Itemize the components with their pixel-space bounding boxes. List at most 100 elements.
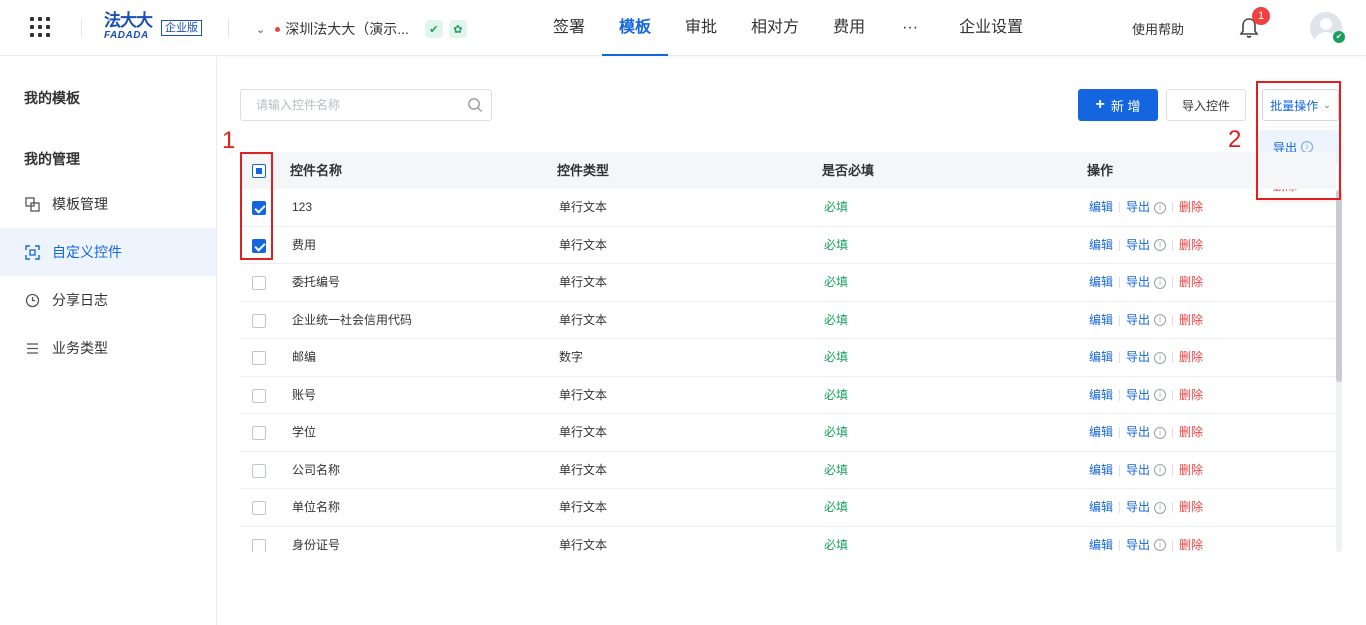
info-icon[interactable]: i (1154, 314, 1167, 326)
delete-link[interactable]: 删除 (1179, 377, 1203, 414)
delete-link[interactable]: 删除 (1179, 264, 1203, 301)
export-link[interactable]: 导出 (1126, 377, 1150, 414)
nav-item[interactable]: 模板 (602, 0, 669, 56)
delete-link[interactable]: 删除 (1179, 339, 1203, 376)
table-row[interactable]: 账号 单行文本 必填 编辑 导出 i 删除 (240, 377, 1336, 414)
info-icon[interactable]: i (1154, 201, 1167, 214)
sidebar-item-custom-control[interactable]: 自定义控件 (0, 228, 216, 276)
search-icon[interactable] (467, 97, 483, 113)
delete-link[interactable]: 删除 (1179, 452, 1203, 489)
delete-link[interactable]: 删除 (1179, 414, 1203, 451)
add-button-label: 新 增 (1110, 98, 1141, 114)
sidebar-section-my-templates[interactable]: 我的模板 (24, 88, 80, 108)
delete-link[interactable]: 删除 (1179, 489, 1203, 526)
nav-item[interactable]: 相对方 (734, 0, 816, 56)
table-row[interactable]: 费用 单行文本 必填 编辑 导出 i 删除 (240, 227, 1336, 264)
add-button[interactable]: + 新 增 (1078, 89, 1158, 121)
edit-link[interactable]: 编辑 (1089, 377, 1113, 414)
table-row[interactable]: 单位名称 单行文本 必填 编辑 导出 i 删除 (240, 489, 1336, 527)
row-actions: 编辑 导出 i 删除 (1089, 302, 1203, 339)
table-row[interactable]: 公司名称 单行文本 必填 编辑 导出 i 删除 (240, 452, 1336, 489)
edit-link[interactable]: 编辑 (1089, 527, 1113, 553)
chevron-down-icon: ⌄ (256, 23, 266, 36)
sidebar-item-share-log[interactable]: 分享日志 (0, 276, 216, 324)
delete-link[interactable]: 删除 (1179, 302, 1203, 339)
export-link[interactable]: 导出 (1126, 527, 1150, 553)
table-row[interactable]: 123 单行文本 必填 编辑 导出 i 删除 (240, 189, 1336, 227)
nav-item[interactable]: 签署 (536, 0, 602, 56)
export-link[interactable]: 导出 (1126, 339, 1150, 376)
export-link[interactable]: 导出 (1126, 302, 1150, 339)
row-checkbox[interactable] (252, 388, 266, 403)
row-checkbox[interactable] (252, 538, 266, 552)
company-switcher[interactable]: ⌄ 深圳法大大（演示... ✔ ✿ (256, 19, 467, 39)
nav-item[interactable]: ··· (882, 0, 938, 56)
info-icon[interactable]: i (1154, 351, 1167, 364)
sidebar-item-business-type[interactable]: 业务类型 (0, 324, 216, 372)
divider (1119, 277, 1121, 288)
edit-link[interactable]: 编辑 (1089, 339, 1113, 376)
edit-link[interactable]: 编辑 (1089, 227, 1113, 264)
nav-item[interactable]: 企业设置 (942, 0, 1040, 56)
table-row[interactable]: 学位 单行文本 必填 编辑 导出 i 删除 (240, 414, 1336, 452)
row-actions: 编辑 导出 i 删除 (1089, 489, 1203, 526)
edit-link[interactable]: 编辑 (1089, 302, 1113, 339)
export-link[interactable]: 导出 (1126, 227, 1150, 264)
delete-link[interactable]: 删除 (1179, 527, 1203, 553)
info-icon[interactable]: i (1154, 389, 1167, 401)
info-icon[interactable]: i (1154, 276, 1167, 289)
row-checkbox[interactable] (252, 426, 266, 440)
edit-link[interactable]: 编辑 (1089, 264, 1113, 301)
edit-link[interactable]: 编辑 (1089, 414, 1113, 451)
edit-link[interactable]: 编辑 (1089, 489, 1113, 526)
export-link[interactable]: 导出 (1126, 264, 1150, 301)
row-checkbox[interactable] (252, 501, 266, 515)
table-row[interactable]: 企业统一社会信用代码 单行文本 必填 编辑 导出 i 删除 (240, 302, 1336, 339)
row-checkbox[interactable] (252, 276, 266, 290)
info-icon[interactable]: i (1154, 239, 1167, 251)
required-status: 必填 (824, 312, 849, 327)
row-actions: 编辑 导出 i 删除 (1089, 189, 1203, 226)
table-row[interactable]: 邮编 数字 必填 编辑 导出 i 删除 (240, 339, 1336, 377)
info-icon[interactable]: i (1154, 539, 1167, 551)
table-row[interactable]: 委托编号 单行文本 必填 编辑 导出 i 删除 (240, 264, 1336, 302)
control-type: 单行文本 (559, 387, 608, 402)
control-name: 公司名称 (292, 462, 341, 477)
scrollbar-thumb[interactable] (1336, 190, 1342, 382)
logo[interactable]: 法大大 FADADA 企业版 (104, 13, 202, 43)
delete-link[interactable]: 删除 (1179, 189, 1203, 226)
export-link[interactable]: 导出 (1126, 414, 1150, 451)
import-control-button[interactable]: 导入控件 (1166, 89, 1246, 121)
edit-link[interactable]: 编辑 (1089, 452, 1113, 489)
apps-grid-icon[interactable] (30, 17, 50, 37)
sidebar-item-template-manage[interactable]: 模板管理 (0, 180, 216, 228)
table-row[interactable]: 身份证号 单行文本 必填 编辑 导出 i 删除 (240, 527, 1336, 553)
row-checkbox[interactable] (252, 463, 266, 478)
info-icon[interactable]: i (1154, 464, 1167, 476)
clock-icon (24, 292, 40, 308)
nav-item[interactable]: 费用 (816, 0, 882, 56)
export-link[interactable]: 导出 (1126, 489, 1150, 526)
required-status: 必填 (824, 537, 849, 552)
shield-check-icon[interactable]: ✔ (424, 20, 443, 38)
divider (1172, 239, 1174, 251)
row-checkbox[interactable] (252, 351, 266, 365)
export-link[interactable]: 导出 (1126, 189, 1150, 226)
help-link[interactable]: 使用帮助 (1132, 19, 1184, 38)
search-input[interactable] (241, 90, 461, 120)
delete-link[interactable]: 删除 (1179, 227, 1203, 264)
control-name: 123 (292, 200, 313, 214)
info-icon[interactable]: i (1154, 426, 1167, 439)
divider (1172, 389, 1174, 401)
info-icon[interactable]: i (1154, 501, 1167, 514)
export-link[interactable]: 导出 (1126, 452, 1150, 489)
table-scrollbar[interactable] (1336, 190, 1342, 552)
edit-link[interactable]: 编辑 (1089, 189, 1113, 226)
nav-item[interactable]: 审批 (668, 0, 734, 56)
divider (1119, 202, 1121, 213)
leaf-icon[interactable]: ✿ (448, 20, 467, 38)
column-header-type: 控件类型 (557, 163, 610, 178)
divider (1172, 202, 1174, 213)
divider (1172, 464, 1174, 476)
row-checkbox[interactable] (252, 313, 266, 328)
